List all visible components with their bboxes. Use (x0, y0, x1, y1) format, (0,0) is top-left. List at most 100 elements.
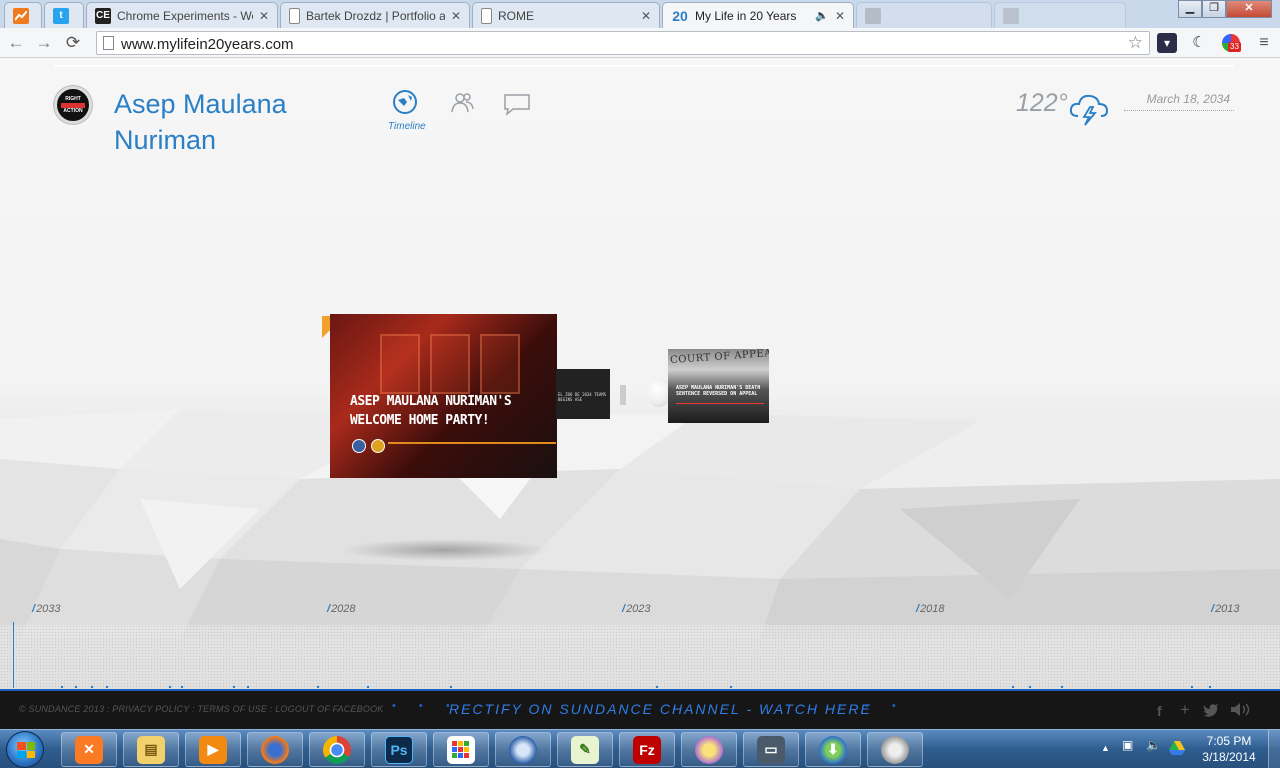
page-icon (481, 7, 492, 24)
globe-object[interactable] (648, 377, 670, 407)
close-window-button[interactable]: ✕ (1226, 0, 1272, 18)
photoshop-icon: Ps (385, 735, 413, 764)
temperature: 122° (1016, 89, 1068, 117)
tab-chrome-experiments[interactable]: CE Chrome Experiments - We ✕ (86, 2, 278, 28)
show-desktop-button[interactable] (1268, 730, 1280, 768)
filezilla-icon: Fz (633, 735, 661, 764)
current-date: March 18, 2034 (1124, 92, 1234, 111)
watch-marquee[interactable]: RECTIFY ON SUNDANCE CHANNEL - WATCH HERE (449, 701, 872, 717)
taskbar-app-explorer[interactable]: ▤ (123, 732, 179, 767)
menu-icon[interactable]: ≡ (1254, 33, 1274, 53)
url-text[interactable]: www.mylifein20years.com (121, 36, 294, 53)
moon-icon[interactable]: ☾ (1189, 33, 1209, 53)
bookmark-star-icon[interactable]: ☆ (1128, 33, 1143, 53)
address-bar[interactable]: www.mylifein20years.com ☆ (96, 31, 1150, 55)
taskbar-app-download-manager[interactable]: ⬇ (805, 732, 861, 767)
messenger-icon (695, 735, 723, 764)
windows-taskbar: ✕ ▤ ▶ Ps ✎ Fz ▭ ⬇ ▲ ▣ 🔈 7:05 PM 3/18/201… (0, 729, 1280, 768)
taskbar-app-messenger[interactable] (681, 732, 737, 767)
taskbar-app-speaker[interactable] (867, 732, 923, 767)
taskbar-app-thunderbird[interactable] (495, 732, 551, 767)
maximize-button[interactable]: ❐ (1202, 0, 1226, 18)
card-shadow (340, 539, 550, 561)
taskbar-app-firefox[interactable] (247, 732, 303, 767)
notepad-plus-icon: ✎ (571, 735, 599, 764)
footer-links[interactable]: © SUNDANCE 2013 : PRIVACY POLICY : TERMS… (19, 704, 384, 714)
volume-icon[interactable]: 🔈 (1146, 738, 1161, 752)
avatar[interactable]: RIGHT ACTION (54, 86, 92, 124)
card-text: EL ZOO DE 2034 TEAMS BEGINS ASE (558, 392, 607, 402)
close-tab-icon[interactable]: ✕ (641, 9, 651, 23)
year-label-2018[interactable]: 2018 (916, 603, 944, 615)
card-title: Asep Maulana Nuriman's Death Sentence Re… (676, 385, 761, 397)
tab-my-life-in-20-years[interactable]: 20 My Life in 20 Years 🔈 ✕ (662, 2, 854, 28)
timeline-label[interactable]: Timeline (388, 121, 426, 132)
pocket-icon[interactable]: ▾ (1157, 33, 1177, 53)
window-pane (380, 334, 420, 394)
clock-date: 3/18/2014 (1202, 750, 1256, 764)
year-label-2033[interactable]: 2033 (32, 603, 60, 615)
timeline-icon[interactable] (392, 87, 420, 117)
google-drive-icon[interactable] (1169, 741, 1185, 755)
page-icon (103, 36, 114, 50)
timeline-card-small[interactable]: EL ZOO DE 2034 TEAMS BEGINS ASE (556, 369, 610, 419)
card-accent-line (388, 442, 556, 444)
start-button[interactable] (6, 731, 44, 768)
google-plus-ext-icon[interactable]: 33 (1222, 34, 1241, 52)
taskbar-app-xampp[interactable]: ✕ (61, 732, 117, 767)
profile-name-line1: Asep Maulana (114, 89, 287, 119)
minimize-button[interactable]: ▁ (1178, 0, 1202, 18)
taskbar-app-monitor[interactable]: ▭ (743, 732, 799, 767)
tab-label: Bartek Drozdz | Portfolio a (306, 8, 445, 23)
window-pane (430, 334, 470, 394)
friends-icon[interactable] (448, 87, 476, 117)
back-icon[interactable]: ← (6, 33, 26, 53)
tab-label: Chrome Experiments - We (117, 8, 253, 23)
extension-badge: 33 (1228, 42, 1241, 52)
firefox-icon (261, 735, 289, 764)
close-tab-icon[interactable]: ✕ (451, 9, 461, 23)
tab-strip: t CE Chrome Experiments - We ✕ Bartek Dr… (0, 0, 1280, 28)
browser-toolbar: ← → ⟳ www.mylifein20years.com ☆ ▾ ☾ ⟲ 33… (0, 28, 1280, 58)
taskbar-app-chrome[interactable] (309, 732, 365, 767)
taskbar-app-notepad-plus[interactable]: ✎ (557, 732, 613, 767)
year-label-2023[interactable]: 2023 (622, 603, 650, 615)
page-icon (289, 7, 300, 24)
tab-faded-1[interactable] (856, 2, 992, 28)
taskbar-app-grid[interactable] (433, 732, 489, 767)
marquee-dots-right: • • • (838, 700, 906, 712)
timeline-track[interactable] (0, 625, 1280, 689)
timeline-card-court-of-appeals[interactable]: COURT OF APPEALS Asep Maulana Nuriman's … (668, 349, 769, 423)
taskbar-app-media-player[interactable]: ▶ (185, 732, 241, 767)
forward-icon[interactable]: → (34, 33, 54, 53)
twitter-icon[interactable] (1203, 704, 1219, 717)
close-tab-icon[interactable]: ✕ (259, 9, 269, 23)
tab-rome[interactable]: ROME ✕ (472, 2, 660, 28)
chrome-icon (323, 735, 351, 764)
taskbar-app-photoshop[interactable]: Ps (371, 732, 427, 767)
messages-icon[interactable] (503, 87, 531, 117)
system-clock[interactable]: 7:05 PM 3/18/2014 (1196, 733, 1262, 765)
analytics-icon (13, 7, 29, 24)
windows-logo-icon (17, 742, 35, 758)
network-icon[interactable]: ▣ (1122, 738, 1133, 752)
faded-tab-icon (1003, 7, 1019, 24)
year-label-2013[interactable]: 2013 (1211, 603, 1239, 615)
timeline-card-tiny[interactable] (620, 385, 626, 405)
reload-icon[interactable]: ⟳ (63, 33, 83, 53)
tab-twitter[interactable]: t (44, 2, 84, 28)
plus-icon[interactable]: + (1180, 700, 1190, 720)
tab-analytics[interactable] (4, 2, 42, 28)
year-label-2028[interactable]: 2028 (327, 603, 355, 615)
timeline-card-welcome-party[interactable]: Asep Maulana Nuriman's Welcome Home Part… (330, 314, 557, 478)
sound-icon[interactable] (1230, 702, 1254, 717)
top-divider (54, 65, 1234, 67)
close-tab-icon[interactable]: ✕ (835, 9, 845, 23)
media-player-icon: ▶ (199, 735, 227, 764)
tab-faded-2[interactable] (994, 2, 1126, 28)
show-hidden-icons[interactable]: ▲ (1101, 743, 1110, 753)
timeline-cursor[interactable] (13, 622, 14, 688)
taskbar-app-filezilla[interactable]: Fz (619, 732, 675, 767)
facebook-icon[interactable]: f (1157, 703, 1162, 719)
tab-bartek-drozdz[interactable]: Bartek Drozdz | Portfolio a ✕ (280, 2, 470, 28)
